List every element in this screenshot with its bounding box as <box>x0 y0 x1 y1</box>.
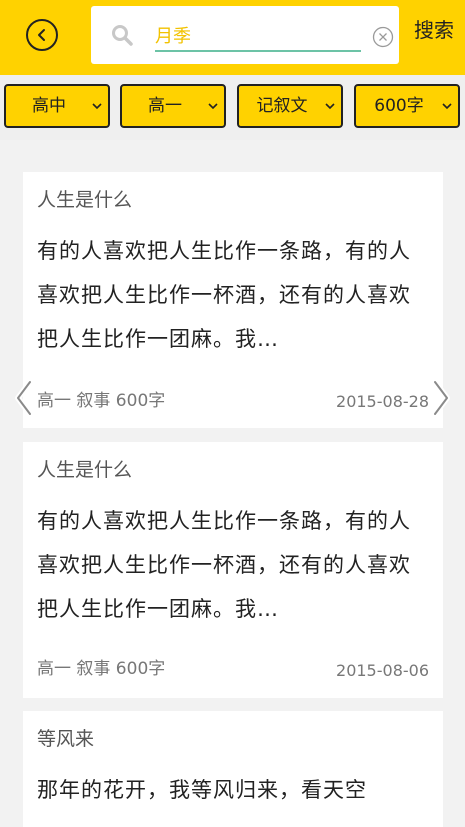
article-title: 人生是什么 <box>37 459 133 481</box>
search-button[interactable]: 搜索 <box>414 16 454 44</box>
article-excerpt: 有的人喜欢把人生比作一条路，有的人喜欢把人生比作一杯酒，还有的人喜欢把人生比作一… <box>37 509 411 621</box>
filter-word-count[interactable]: 600字 <box>354 84 460 128</box>
top-bar: 搜索 <box>0 0 465 75</box>
article-meta: 高一 叙事 600字 <box>37 659 166 679</box>
chevron-down-icon <box>325 103 335 110</box>
chevron-down-icon <box>208 103 218 110</box>
chevron-down-icon <box>92 103 102 110</box>
article-card[interactable]: 等风来 那年的花开，我等风归来，看天空 <box>23 711 443 827</box>
filter-genre[interactable]: 记叙文 <box>237 84 343 128</box>
search-icon <box>112 25 133 46</box>
filter-label: 高中 <box>32 96 66 116</box>
search-box <box>91 6 399 64</box>
article-date: 2015-08-28 <box>336 392 429 411</box>
back-icon <box>38 29 45 41</box>
filter-label: 600字 <box>374 96 424 116</box>
filter-label: 高一 <box>148 96 182 116</box>
chevron-left-icon[interactable] <box>12 378 38 418</box>
article-date: 2015-08-06 <box>336 661 429 680</box>
filter-grade[interactable]: 高一 <box>120 84 226 128</box>
filter-school-level[interactable]: 高中 <box>4 84 110 128</box>
clear-icon[interactable] <box>372 26 394 48</box>
article-meta: 高一 叙事 600字 <box>37 391 166 411</box>
article-excerpt: 那年的花开，我等风归来，看天空 <box>37 778 367 802</box>
article-card[interactable]: 人生是什么 有的人喜欢把人生比作一条路，有的人喜欢把人生比作一杯酒，还有的人喜欢… <box>23 172 443 428</box>
chevron-right-icon[interactable] <box>427 378 453 418</box>
article-title: 人生是什么 <box>37 189 133 211</box>
filter-bar: 高中 高一 记叙文 600字 <box>0 75 465 140</box>
chevron-down-icon <box>442 103 452 110</box>
article-card[interactable]: 人生是什么 有的人喜欢把人生比作一条路，有的人喜欢把人生比作一杯酒，还有的人喜欢… <box>23 442 443 698</box>
back-button[interactable] <box>26 19 58 51</box>
article-title: 等风来 <box>37 728 95 750</box>
search-input[interactable] <box>155 20 361 52</box>
filter-label: 记叙文 <box>256 96 308 116</box>
article-excerpt: 有的人喜欢把人生比作一条路，有的人喜欢把人生比作一杯酒，还有的人喜欢把人生比作一… <box>37 239 411 351</box>
